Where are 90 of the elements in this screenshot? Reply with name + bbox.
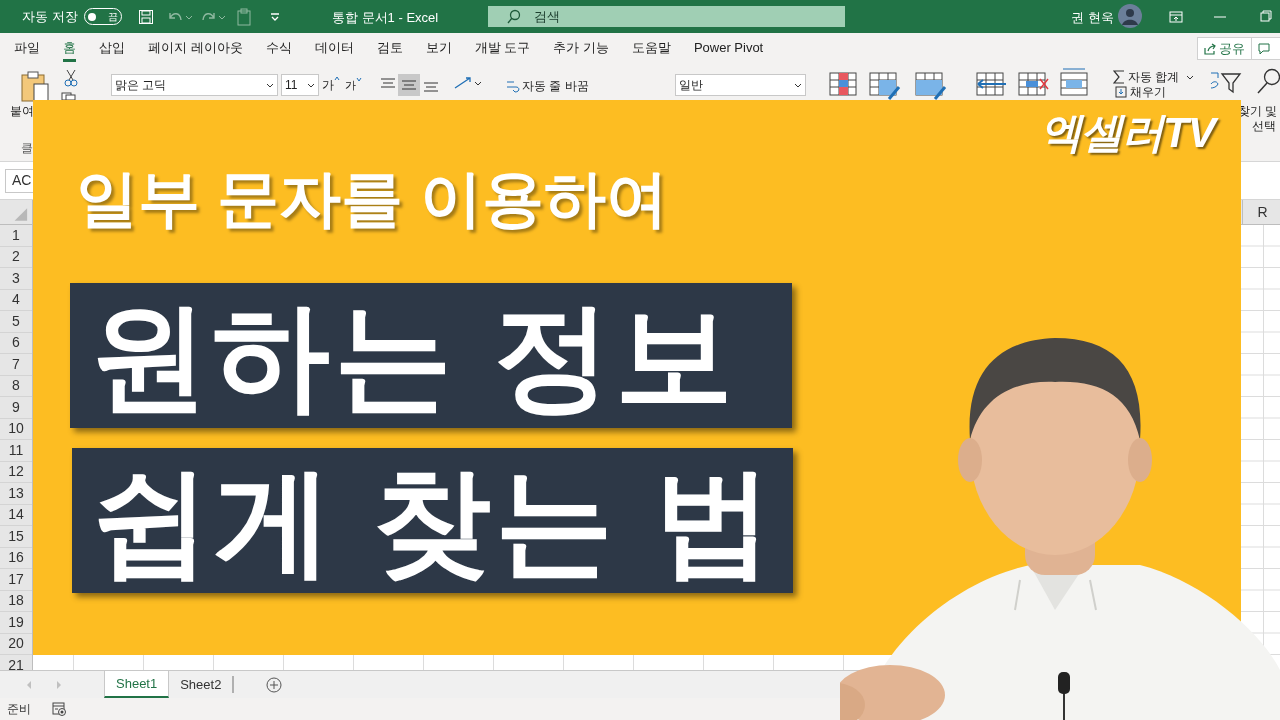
ribbon-tab[interactable]: 페이지 레이아웃 <box>148 33 243 62</box>
restore-icon[interactable] <box>1260 10 1272 22</box>
clipboard-group-label: 클 <box>21 140 33 157</box>
subtitle: 일부 문자를 이용하여 <box>76 168 669 230</box>
paste-label: 붙여 <box>10 103 34 120</box>
row-header[interactable]: 6 <box>0 332 32 354</box>
cut-icon[interactable] <box>64 69 78 87</box>
align-middle-button[interactable] <box>398 74 420 96</box>
chevron-down-icon <box>307 82 315 88</box>
add-sheet-icon[interactable] <box>266 676 283 693</box>
ribbon-tab[interactable]: 개발 도구 <box>474 33 531 62</box>
row-header[interactable]: 18 <box>0 590 32 612</box>
align-bottom-icon[interactable] <box>424 82 438 92</box>
number-format-dropdown[interactable]: 일반 <box>675 74 806 96</box>
window-title: 통합 문서1 - Excel <box>332 9 439 27</box>
clipboard-icon[interactable] <box>235 7 252 26</box>
comment-icon <box>1258 42 1270 55</box>
status-text: 준비 <box>7 701 31 718</box>
headline: 쉽게 찾는 법 <box>92 461 776 580</box>
row-header[interactable]: 14 <box>0 504 32 526</box>
font-name-dropdown[interactable]: 맑은 고딕 <box>111 74 278 96</box>
align-top-icon[interactable] <box>381 78 395 88</box>
column-header[interactable]: R <box>1242 200 1280 225</box>
sheet-tab[interactable]: Sheet1 <box>104 671 170 698</box>
row-header[interactable]: 4 <box>0 289 32 311</box>
ribbon-tab[interactable]: 수식 <box>265 33 292 62</box>
sheet-tab[interactable]: Sheet2 <box>169 671 233 698</box>
font-size-dropdown[interactable]: 11 <box>281 74 319 96</box>
share-button[interactable]: 공유 <box>1197 37 1252 60</box>
format-table-icon[interactable] <box>869 72 901 100</box>
autosave-label: 자동 저장 <box>22 7 78 26</box>
orientation-icon[interactable] <box>454 76 482 90</box>
row-header[interactable]: 20 <box>0 633 32 655</box>
search-icon[interactable] <box>1256 68 1280 94</box>
align-middle-icon <box>402 80 416 90</box>
ribbon-tab[interactable]: 삽입 <box>99 33 125 62</box>
share-icon <box>1204 42 1216 55</box>
format-cells-icon[interactable] <box>1060 68 1088 96</box>
row-header[interactable]: 17 <box>0 569 32 591</box>
search-field[interactable]: 검색 <box>488 6 845 27</box>
ribbon-tab[interactable]: 도움말 <box>631 33 671 62</box>
comments-button[interactable] <box>1251 37 1280 60</box>
avatar-icon[interactable] <box>1118 4 1142 28</box>
row-header[interactable]: 12 <box>0 461 32 483</box>
cell-styles-icon[interactable] <box>915 72 947 100</box>
sort-filter-icon[interactable] <box>1210 70 1242 94</box>
row-header[interactable]: 11 <box>0 440 32 462</box>
ribbon-tab[interactable]: 검토 <box>376 33 403 62</box>
find-select-label: 선택 <box>1252 118 1276 135</box>
conditional-format-icon[interactable] <box>829 72 857 96</box>
caret-up-icon <box>334 76 340 80</box>
row-header[interactable]: 16 <box>0 547 32 569</box>
ribbon-display-icon[interactable] <box>1169 11 1183 23</box>
user-name: 권 현욱 <box>1071 9 1114 27</box>
row-header[interactable]: 10 <box>0 418 32 440</box>
save-icon[interactable] <box>137 8 154 25</box>
caret-down-icon <box>356 77 362 81</box>
row-header[interactable]: 13 <box>0 483 32 505</box>
headline: 원하는 정보 <box>90 296 737 415</box>
ribbon-tab[interactable]: 추가 기능 <box>553 33 609 62</box>
row-header[interactable]: 1 <box>0 225 32 247</box>
row-header[interactable]: 3 <box>0 268 32 290</box>
paste-icon[interactable] <box>20 70 50 104</box>
chevron-down-icon <box>794 82 802 88</box>
row-header[interactable]: 5 <box>0 311 32 333</box>
increase-font-button[interactable]: 가 <box>322 76 340 94</box>
row-header[interactable]: 9 <box>0 397 32 419</box>
chevron-down-icon <box>1186 74 1195 80</box>
insert-cells-icon[interactable] <box>976 72 1008 96</box>
chevron-down-icon <box>266 82 274 88</box>
row-header[interactable]: 8 <box>0 375 32 397</box>
decrease-font-button[interactable]: 가 <box>345 77 362 94</box>
wrap-text-icon <box>506 79 520 93</box>
fill-icon <box>1115 86 1127 98</box>
row-header[interactable]: 19 <box>0 612 32 634</box>
ribbon-tab[interactable]: 파일 <box>14 33 40 62</box>
row-header[interactable]: 2 <box>0 246 32 268</box>
sigma-icon <box>1113 70 1125 84</box>
ribbon-tab[interactable]: Power Pivot <box>693 33 764 62</box>
macro-record-icon[interactable] <box>52 702 66 716</box>
row-header[interactable]: 7 <box>0 354 32 376</box>
wrap-text-button[interactable]: 자동 줄 바꿈 <box>506 77 589 95</box>
ribbon-tab[interactable]: 보기 <box>425 33 452 62</box>
row-header[interactable]: 15 <box>0 526 32 548</box>
fill-button[interactable]: 채우기 <box>1115 85 1166 99</box>
delete-cells-icon[interactable] <box>1018 72 1050 96</box>
ribbon-tab[interactable]: 데이터 <box>314 33 354 62</box>
customize-icon[interactable] <box>269 11 280 22</box>
autosum-button[interactable]: 자동 합계 <box>1113 68 1195 86</box>
search-icon <box>506 9 522 25</box>
